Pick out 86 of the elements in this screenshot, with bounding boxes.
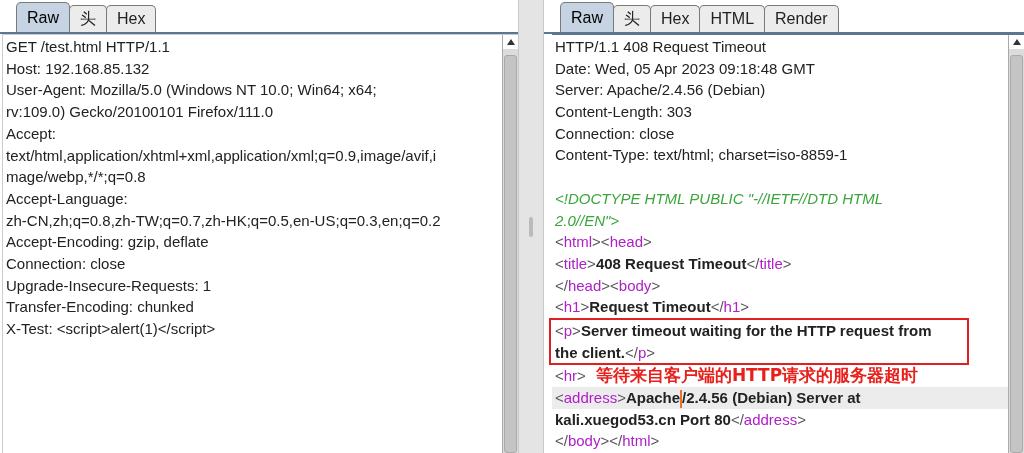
code-text: h1 bbox=[723, 298, 741, 316]
request-line: Accept: bbox=[6, 123, 57, 144]
code-text: </ bbox=[555, 432, 568, 450]
code-text: the client. bbox=[555, 343, 625, 361]
tab[interactable]: Raw bbox=[16, 2, 70, 32]
request-line: Transfer-Encoding: chunked bbox=[6, 297, 194, 318]
code-text: 2.0//EN"> bbox=[555, 211, 620, 229]
request-line: text/html,application/xhtml+xml,application/xml;q=0.9,image/avif,i bbox=[6, 145, 437, 166]
code-text: > bbox=[650, 432, 660, 450]
request-line: User-Agent: Mozilla/5.0 (Windows NT 10.0; Win64; x64; bbox=[6, 80, 377, 101]
request-line: rv:109.0) Gecko/20100101 Firefox/111.0 bbox=[6, 102, 274, 123]
code-text: > bbox=[580, 298, 590, 316]
tab[interactable]: Render bbox=[764, 5, 839, 32]
code-text: title bbox=[563, 254, 588, 272]
scroll-up-icon[interactable] bbox=[1009, 35, 1024, 49]
request-line: zh-CN,zh;q=0.8,zh-TW;q=0.7,zh-HK;q=0.5,en-US;q=0.3,en;q=0.2 bbox=[6, 210, 441, 231]
request-line: Accept-Encoding: gzip, deflate bbox=[6, 232, 209, 253]
code-text: Content-Type: text/html; charset=iso-8859-1 bbox=[555, 146, 848, 164]
code-text: < bbox=[555, 254, 564, 272]
request-line: Upgrade-Insecure-Requests: 1 bbox=[6, 275, 212, 296]
tab[interactable]: Hex bbox=[106, 5, 157, 32]
code-text: </ bbox=[710, 298, 724, 316]
code-text: < bbox=[555, 298, 564, 316]
code-text: < bbox=[555, 367, 564, 385]
tab[interactable]: Raw bbox=[560, 2, 614, 32]
code-text: Server timeout waiting for the HTTP request from bbox=[580, 321, 932, 339]
request-line: GET /test.html HTTP/1.1 bbox=[6, 37, 170, 57]
code-text: < bbox=[555, 389, 564, 406]
code-text: body bbox=[567, 432, 601, 450]
code-text: Date: Wed, 05 Apr 2023 09:18:48 GMT bbox=[555, 59, 815, 77]
code-text: p bbox=[637, 343, 647, 361]
code-text: > bbox=[782, 254, 792, 272]
code-text: > bbox=[617, 389, 626, 406]
code-text: h1 bbox=[563, 298, 581, 316]
code-text: Connection: close bbox=[555, 124, 675, 142]
code-text: head bbox=[609, 233, 643, 251]
code-text: /2.4.56 (Debian) Server at bbox=[682, 389, 861, 406]
tab[interactable]: 头 bbox=[69, 5, 107, 32]
text-cursor bbox=[680, 390, 683, 409]
request-line: Host: 192.168.85.132 bbox=[6, 58, 150, 79]
code-text: > bbox=[646, 343, 656, 361]
code-text: hr bbox=[563, 367, 578, 385]
code-text: < bbox=[555, 233, 564, 251]
tab[interactable]: 头 bbox=[613, 5, 651, 32]
tab[interactable]: Hex bbox=[650, 5, 701, 32]
code-text: address bbox=[743, 410, 798, 428]
tab[interactable]: HTML bbox=[699, 5, 766, 32]
code-text: head bbox=[567, 276, 602, 294]
code-text: < bbox=[555, 321, 564, 339]
code-text: > bbox=[643, 233, 652, 251]
code-text: html bbox=[622, 432, 651, 450]
scrollbar-thumb[interactable] bbox=[504, 55, 517, 453]
code-text: title bbox=[759, 254, 783, 272]
scrollbar-thumb[interactable] bbox=[1010, 55, 1023, 453]
code-text: html bbox=[563, 233, 593, 251]
code-text: > bbox=[797, 410, 806, 428]
code-text: > bbox=[572, 321, 581, 339]
splitter-handle[interactable] bbox=[529, 216, 533, 237]
code-text: >< bbox=[601, 276, 619, 294]
code-text: body bbox=[618, 276, 652, 294]
code-text: address bbox=[563, 389, 618, 406]
code-text: </ bbox=[746, 254, 760, 272]
code-text: Content-Length: 303 bbox=[555, 103, 692, 121]
code-text: </ bbox=[625, 343, 638, 361]
code-text: > bbox=[740, 298, 749, 316]
code-text: > bbox=[651, 276, 661, 294]
code-text: > bbox=[577, 367, 586, 385]
code-text: ></ bbox=[600, 432, 623, 450]
code-text: <!DOCTYPE HTML PUBLIC "-//IETF//DTD HTML bbox=[555, 189, 883, 207]
code-text: 408 Request Timeout bbox=[595, 254, 747, 272]
request-line: Accept-Language: bbox=[6, 188, 128, 209]
code-text: >< bbox=[592, 233, 610, 251]
code-text: Server: Apache/2.4.56 (Debian) bbox=[555, 81, 766, 99]
code-text: > bbox=[587, 254, 596, 272]
code-text: </ bbox=[555, 276, 568, 294]
code-text: kali.xuegod53.cn Port 80 bbox=[555, 410, 731, 428]
code-text: </ bbox=[730, 410, 744, 428]
request-line: X-Test: <script>alert(1)</script> bbox=[6, 319, 216, 340]
annotation: 等待来自客户端的HTTP请求的服务器超时 bbox=[595, 365, 919, 386]
code-text: Request Timeout bbox=[589, 298, 711, 316]
code-text: p bbox=[563, 321, 573, 339]
code-text: HTTP/1.1 408 Request Timeout bbox=[555, 38, 766, 55]
code-text: Apache bbox=[625, 389, 681, 406]
request-line: mage/webp,*/*;q=0.8 bbox=[6, 167, 146, 188]
scroll-up-icon[interactable] bbox=[503, 35, 518, 49]
request-line: Connection: close bbox=[6, 254, 126, 275]
